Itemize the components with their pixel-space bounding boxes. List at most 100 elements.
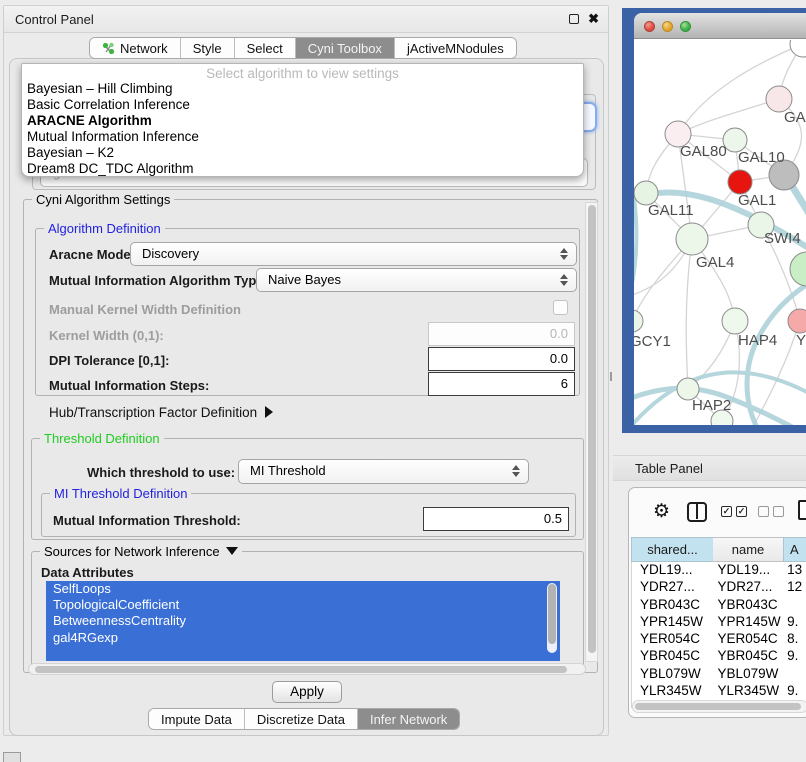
tab-cyni-toolbox[interactable]: Cyni Toolbox bbox=[296, 38, 395, 58]
network-window-titlebar[interactable] bbox=[634, 13, 806, 39]
menu-item-bayesian-k2[interactable]: Bayesian – K2 bbox=[22, 145, 583, 161]
settings-hscrollbar[interactable] bbox=[28, 663, 586, 675]
list-item-betweennesscentrality[interactable]: BetweennessCentrality bbox=[46, 613, 560, 629]
table-cell: YDR27... bbox=[714, 579, 784, 596]
tab-jactivemnodules[interactable]: jActiveMNodules bbox=[395, 38, 516, 58]
mi-type-combo[interactable]: Naive Bayes bbox=[256, 268, 577, 292]
sources-group-title[interactable]: Sources for Network Inference bbox=[40, 544, 242, 559]
gear-icon[interactable]: ⚙ bbox=[653, 500, 670, 523]
table-cell: YDR27... bbox=[632, 579, 714, 596]
node-label-y: Y bbox=[796, 332, 806, 349]
menu-item-bayesian-hill-climbing[interactable]: Bayesian – Hill Climbing bbox=[22, 81, 583, 97]
mi-threshold-field[interactable]: 0.5 bbox=[423, 507, 569, 531]
bottom-tab-label: Impute Data bbox=[161, 712, 232, 727]
table-cell: 9. bbox=[783, 648, 806, 665]
table-cell: YDL19... bbox=[714, 562, 784, 579]
tab-label: Select bbox=[247, 41, 283, 56]
bottom-tab-infer-network[interactable]: Infer Network bbox=[358, 709, 459, 729]
table-row[interactable]: YLR345WYLR345W9. bbox=[632, 683, 806, 700]
table-cell: YBR043C bbox=[714, 597, 784, 614]
combo-arrows-icon bbox=[560, 273, 568, 287]
node-label-swi4: SWI4 bbox=[764, 230, 801, 247]
tab-label: Network bbox=[120, 41, 168, 56]
dpi-tolerance-field[interactable]: 0.0 bbox=[428, 347, 575, 371]
collapsed-panel-icon[interactable] bbox=[3, 752, 21, 762]
network-node[interactable] bbox=[728, 170, 752, 194]
column-header-name[interactable]: name bbox=[713, 537, 783, 562]
network-node[interactable] bbox=[722, 308, 748, 334]
export-table-icon[interactable] bbox=[798, 500, 806, 520]
data-attributes-list[interactable]: SelfLoopsTopologicalCoefficientBetweenne… bbox=[46, 581, 560, 661]
network-node[interactable] bbox=[634, 310, 643, 332]
threshold-definition-title: Threshold Definition bbox=[40, 431, 164, 446]
node-label-hap2: HAP2 bbox=[692, 397, 731, 414]
control-panel: Control Panel ✖ NetworkStyleSelectCyni T… bbox=[3, 5, 609, 736]
table-row[interactable]: YBR043CYBR043C bbox=[632, 597, 806, 614]
table-row[interactable]: YDL19...YDL19...13 bbox=[632, 562, 806, 579]
table-cell: YDL19... bbox=[632, 562, 714, 579]
hub-definition-toggle[interactable]: Hub/Transcription Factor Definition bbox=[49, 405, 273, 420]
menu-item-aracne-algorithm[interactable]: ARACNE Algorithm bbox=[22, 113, 583, 129]
minimize-window-icon[interactable] bbox=[662, 21, 673, 32]
control-panel-bottom-tabbar: Impute Data Discretize DataInfer Network bbox=[148, 708, 460, 730]
table-row[interactable]: YDR27...YDR27...12 bbox=[632, 579, 806, 596]
network-window[interactable]: GALGAL80GAL10GAL1GAL11SWI4GAL4GCY1HAP4YH… bbox=[634, 13, 806, 425]
which-threshold-combo[interactable]: MI Threshold bbox=[238, 459, 529, 484]
list-item-topologicalcoefficient[interactable]: TopologicalCoefficient bbox=[46, 597, 560, 613]
bottom-tab-impute-data[interactable]: Impute Data bbox=[149, 709, 245, 729]
table-row[interactable]: YER054CYER054C8. bbox=[632, 631, 806, 648]
apply-button[interactable]: Apply bbox=[272, 681, 342, 703]
bottom-tab-discretize-data[interactable]: Discretize Data bbox=[245, 709, 358, 729]
cytoscape-screen: Control Panel ✖ NetworkStyleSelectCyni T… bbox=[0, 0, 806, 762]
column-header-shared-name[interactable]: shared... bbox=[631, 537, 713, 562]
network-node[interactable] bbox=[790, 40, 806, 57]
close-panel-icon[interactable]: ✖ bbox=[588, 11, 599, 27]
mi-steps-field[interactable]: 6 bbox=[428, 372, 575, 396]
column-header-clipped[interactable]: A bbox=[783, 537, 806, 562]
tab-select[interactable]: Select bbox=[235, 38, 296, 58]
zoom-window-icon[interactable] bbox=[680, 21, 691, 32]
table-cell: YBR043C bbox=[632, 597, 714, 614]
column-selector-icon[interactable] bbox=[687, 502, 707, 522]
node-label-gal: GAL bbox=[784, 109, 806, 126]
settings-vscrollbar[interactable] bbox=[585, 202, 598, 662]
menu-item-mutual-information-inference[interactable]: Mutual Information Inference bbox=[22, 129, 583, 145]
list-item-selfloops[interactable]: SelfLoops bbox=[46, 581, 560, 597]
tab-label: jActiveMNodules bbox=[407, 41, 504, 56]
aracne-mode-combo[interactable]: Discovery bbox=[130, 242, 577, 266]
close-window-icon[interactable] bbox=[644, 21, 655, 32]
attributes-vscrollbar[interactable] bbox=[547, 583, 557, 653]
collapse-arrow-icon bbox=[226, 547, 238, 555]
deselect-all-icon[interactable] bbox=[758, 506, 769, 517]
table-row[interactable]: YBR045CYBR045C9. bbox=[632, 648, 806, 665]
node-label-hap4: HAP4 bbox=[738, 332, 777, 349]
panel-divider-handle[interactable] bbox=[610, 372, 614, 381]
table-header-row: shared... name A bbox=[631, 537, 806, 562]
tab-network[interactable]: Network bbox=[90, 38, 181, 58]
menu-item-dream8-dc-tdc-algorithm[interactable]: Dream8 DC_TDC Algorithm bbox=[22, 161, 583, 177]
tab-label: Cyni Toolbox bbox=[308, 41, 382, 56]
mi-threshold-group-title: MI Threshold Definition bbox=[50, 486, 191, 501]
table-row[interactable]: YPR145WYPR145W9. bbox=[632, 614, 806, 631]
network-node[interactable] bbox=[788, 309, 806, 333]
menu-item-basic-correlation-inference[interactable]: Basic Correlation Inference bbox=[22, 97, 583, 113]
select-all-icon[interactable]: ✓ bbox=[721, 506, 732, 517]
network-node[interactable] bbox=[790, 252, 806, 286]
table-cell: 13 bbox=[783, 562, 806, 579]
node-label-gal4: GAL4 bbox=[696, 254, 734, 271]
table-cell: 9. bbox=[783, 683, 806, 700]
which-threshold-label: Which threshold to use: bbox=[87, 465, 235, 480]
control-panel-tabbar: Network Style Select Cyni Toolbox jActiveMNo… bbox=[89, 37, 517, 59]
kernel-width-label: Kernel Width (0,1): bbox=[49, 328, 164, 343]
kernel-width-field[interactable]: 0.0 bbox=[428, 322, 575, 346]
node-label-gal11: GAL11 bbox=[648, 202, 694, 219]
table-toolbar: ⚙ ✓ ✓ bbox=[629, 488, 806, 536]
network-canvas[interactable]: GALGAL80GAL10GAL1GAL11SWI4GAL4GCY1HAP4YH… bbox=[634, 40, 806, 425]
table-row[interactable]: YBL079WYBL079W bbox=[632, 666, 806, 683]
tab-style[interactable]: Style bbox=[181, 38, 235, 58]
table-hscrollbar[interactable] bbox=[632, 700, 806, 713]
manual-kernel-checkbox[interactable] bbox=[553, 300, 568, 315]
network-node[interactable] bbox=[676, 223, 708, 255]
float-panel-icon[interactable] bbox=[569, 14, 579, 24]
list-item-gal4rgexp[interactable]: gal4RGexp bbox=[46, 630, 560, 646]
